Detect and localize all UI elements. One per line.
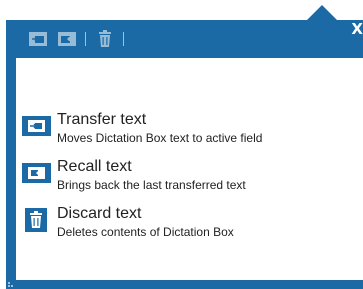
close-button[interactable]: X [351,22,363,37]
discard-text-toolbar-button[interactable] [95,30,115,48]
menu-item-description: Brings back the last transferred text [57,178,246,192]
recall-text-icon [22,163,51,183]
resize-grip-icon[interactable] [8,279,16,287]
menu-item-title: Transfer text [57,111,147,128]
transfer-text-icon [22,116,51,136]
dictation-box-popover: X Transfer text Moves Dictation Box text… [6,20,363,289]
menu-panel: Transfer text Moves Dictation Box text t… [16,58,363,280]
recall-text-icon [58,32,76,46]
transfer-text-toolbar-button[interactable] [28,30,48,48]
menu-item-recall-text[interactable]: Recall text Brings back the last transfe… [22,158,352,200]
trash-icon [25,208,47,232]
menu-item-title: Recall text [57,158,132,175]
menu-item-description: Deletes contents of Dictation Box [57,225,234,239]
menu-item-title: Discard text [57,205,142,222]
popover-arrow [307,5,337,20]
transfer-text-icon [29,32,47,46]
toolbar-separator [85,32,86,46]
trash-icon [99,30,111,47]
toolbar: X [6,20,363,58]
menu-item-transfer-text[interactable]: Transfer text Moves Dictation Box text t… [22,111,352,153]
menu-item-discard-text[interactable]: Discard text Deletes contents of Dictati… [22,205,352,247]
dictation-box-menu-screenshot: X Transfer text Moves Dictation Box text… [0,0,363,289]
toolbar-separator [123,32,124,46]
recall-text-toolbar-button[interactable] [57,30,77,48]
menu-item-description: Moves Dictation Box text to active field [57,131,263,145]
